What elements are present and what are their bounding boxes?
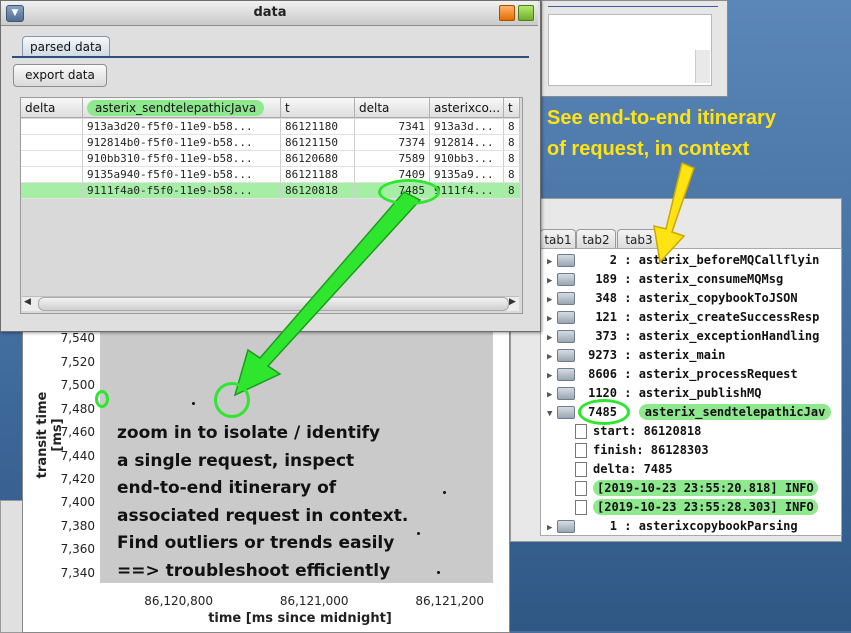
highlight-ellipse bbox=[578, 399, 630, 425]
yellow-arrow bbox=[653, 161, 695, 264]
highlight-ellipse bbox=[95, 390, 109, 408]
annotation-overlay bbox=[233, 161, 695, 397]
highlight-ellipse bbox=[214, 382, 250, 418]
green-arrow bbox=[233, 191, 422, 397]
highlight-ellipse bbox=[378, 179, 440, 205]
